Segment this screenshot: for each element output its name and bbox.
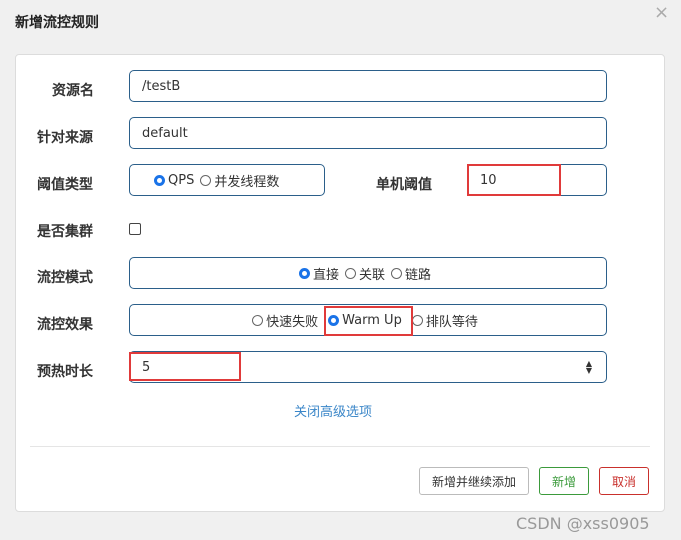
flow-rule-dialog: 新增流控规则 × 资源名 /testB 针对来源 default 阈值类型 QP…: [0, 0, 681, 540]
radio-fast-fail[interactable]: 快速失败: [252, 311, 318, 330]
radio-selected-icon: [298, 267, 310, 279]
radio-unselected-icon: [252, 314, 264, 326]
radio-chain-label: 链路: [405, 267, 432, 283]
control-effect-label: 流控效果: [37, 317, 93, 333]
radio-unselected-icon: [391, 267, 402, 279]
cluster-checkbox[interactable]: [129, 223, 141, 235]
warmup-period-value: 5: [142, 359, 151, 375]
close-icon[interactable]: ×: [654, 2, 669, 23]
radio-qps-label: QPS: [168, 172, 195, 188]
add-and-continue-button[interactable]: 新增并继续添加: [419, 467, 529, 495]
footer-divider: [30, 446, 650, 447]
warmup-period-input[interactable]: 5 ▲ ▼: [129, 351, 607, 383]
radio-concurrent-threads[interactable]: 并发线程数: [200, 171, 279, 190]
source-value: default: [142, 125, 188, 141]
threshold-type-label: 阈值类型: [37, 177, 93, 193]
source-label: 针对来源: [37, 130, 93, 146]
single-threshold-input[interactable]: 10: [467, 164, 607, 196]
radio-selected-icon: [328, 314, 340, 326]
add-button[interactable]: 新增: [539, 467, 589, 495]
single-threshold-label: 单机阈值: [376, 177, 432, 193]
radio-associate[interactable]: 关联: [344, 264, 385, 283]
radio-selected-icon: [154, 174, 165, 186]
resource-name-label: 资源名: [52, 83, 94, 99]
threshold-type-group: QPS 并发线程数: [129, 164, 325, 196]
watermark: CSDN @xss0905: [516, 514, 650, 533]
close-advanced-options-link[interactable]: 关闭高级选项: [294, 401, 372, 420]
radio-fast-fail-label: 快速失败: [266, 314, 319, 330]
resource-name-input[interactable]: /testB: [129, 70, 607, 102]
dialog-title: 新增流控规则: [15, 15, 99, 31]
radio-warm-up-label: Warm Up: [342, 312, 402, 328]
cluster-label: 是否集群: [37, 224, 93, 240]
single-threshold-value: 10: [480, 172, 497, 188]
flow-mode-label: 流控模式: [37, 270, 93, 286]
radio-queue[interactable]: 排队等待: [411, 311, 478, 330]
radio-unselected-icon: [344, 267, 356, 279]
flow-mode-group: 直接 关联 链路: [129, 257, 607, 289]
spinner-arrows-icon[interactable]: ▲ ▼: [586, 360, 592, 375]
radio-unselected-icon: [200, 174, 212, 186]
radio-concurrent-threads-label: 并发线程数: [214, 174, 280, 190]
radio-direct[interactable]: 直接: [298, 264, 339, 283]
source-input[interactable]: default: [129, 117, 607, 149]
radio-associate-label: 关联: [358, 267, 385, 283]
control-effect-group: 快速失败 Warm Up 排队等待: [129, 304, 607, 336]
radio-chain[interactable]: 链路: [391, 264, 431, 283]
radio-warm-up[interactable]: Warm Up: [328, 313, 402, 328]
cancel-button[interactable]: 取消: [599, 467, 649, 495]
radio-qps[interactable]: QPS: [154, 173, 194, 188]
radio-queue-label: 排队等待: [425, 314, 478, 330]
radio-unselected-icon: [411, 314, 423, 326]
resource-name-value: /testB: [142, 78, 181, 94]
radio-direct-label: 直接: [312, 267, 339, 283]
warmup-period-label: 预热时长: [37, 364, 93, 380]
